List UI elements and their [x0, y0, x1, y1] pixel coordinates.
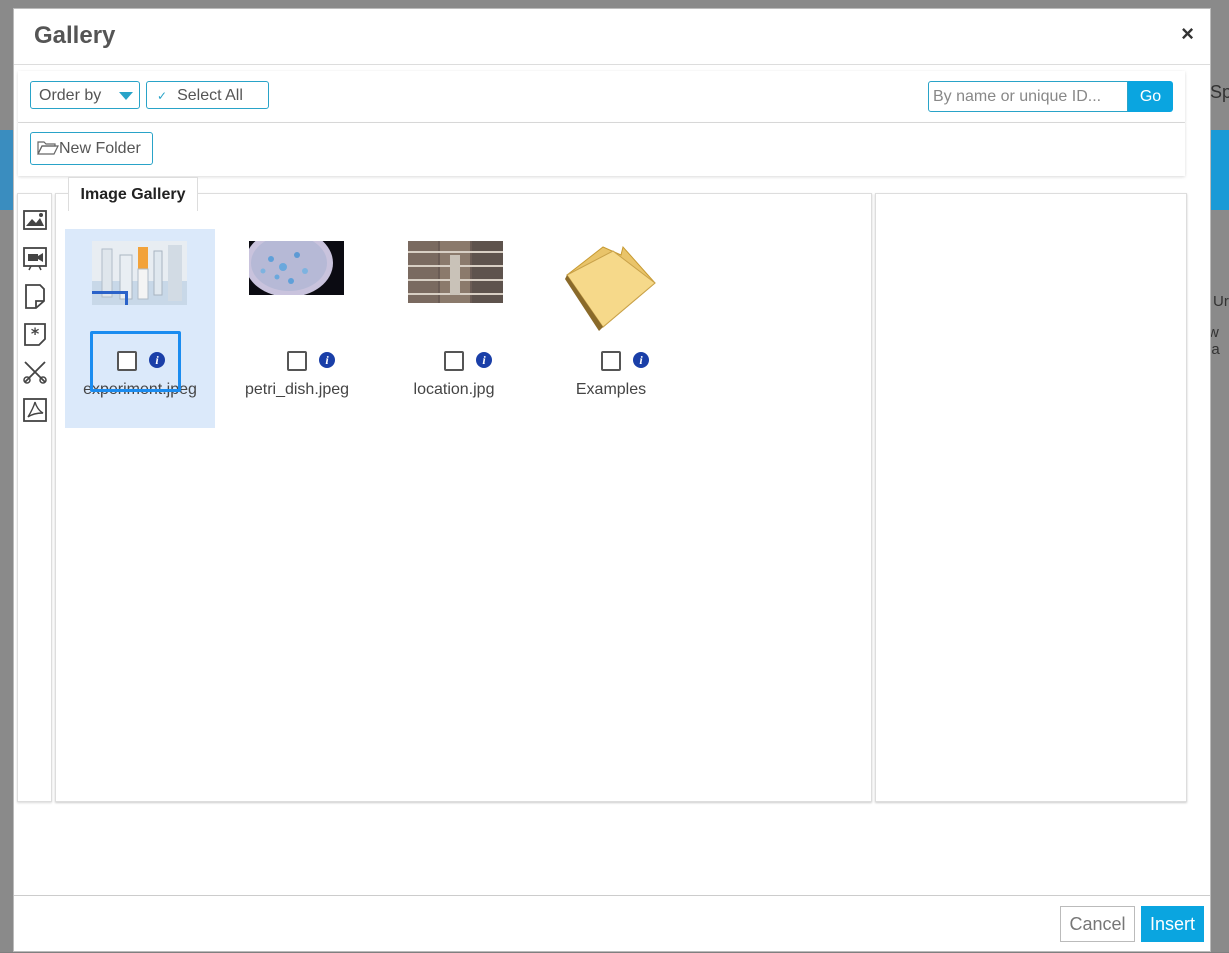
- item-label: Examples: [575, 381, 647, 398]
- search-input[interactable]: [928, 81, 1128, 112]
- image-icon[interactable]: [21, 206, 49, 234]
- info-icon[interactable]: i: [633, 352, 649, 368]
- background-text-2: Ur: [1213, 293, 1229, 310]
- gallery-item[interactable]: i Examples: [536, 229, 686, 428]
- background-text: Sp: [1210, 82, 1229, 102]
- new-folder-label: New Folder: [59, 140, 141, 157]
- order-by-label: Order by: [39, 87, 102, 104]
- close-button[interactable]: ×: [1181, 23, 1194, 45]
- dialog-footer: Cancel Insert: [14, 895, 1210, 953]
- thumbnail-image: [249, 241, 344, 295]
- dialog-header: Gallery ×: [14, 9, 1210, 65]
- folder-open-icon: [37, 141, 59, 155]
- video-icon[interactable]: [21, 244, 49, 272]
- background-strip-left: [0, 130, 13, 210]
- order-by-dropdown[interactable]: Order by: [30, 81, 140, 109]
- check-icon: ✓: [157, 89, 168, 103]
- item-checkbox[interactable]: [444, 351, 464, 371]
- thumbnail-image: [92, 241, 187, 305]
- details-side-panel: [875, 193, 1187, 802]
- gallery-item[interactable]: i petri_dish.jpeg: [222, 229, 372, 428]
- select-all-button[interactable]: ✓ Select All: [146, 81, 269, 109]
- caret-down-icon: [119, 92, 133, 100]
- item-checkbox[interactable]: [287, 351, 307, 371]
- snippet-icon[interactable]: *: [21, 320, 49, 348]
- svg-text:*: *: [31, 324, 40, 343]
- cancel-button[interactable]: Cancel: [1060, 906, 1135, 942]
- insert-button[interactable]: Insert: [1141, 906, 1204, 942]
- focus-highlight: [90, 331, 181, 392]
- item-label: location.jpg: [413, 381, 495, 398]
- background-strip-right: [1211, 130, 1229, 210]
- item-label: petri_dish.jpeg: [244, 381, 350, 398]
- pdf-icon[interactable]: [21, 396, 49, 424]
- document-icon[interactable]: [21, 282, 49, 310]
- gallery-item[interactable]: i experiment.jpeg: [65, 229, 215, 428]
- select-all-label: Select All: [177, 87, 243, 104]
- gallery-toolbar: Order by ✓ Select All Go: [18, 71, 1185, 123]
- go-button[interactable]: Go: [1128, 81, 1173, 112]
- item-checkbox[interactable]: [601, 351, 621, 371]
- gallery-item[interactable]: i location.jpg: [379, 229, 529, 428]
- tab-image-gallery[interactable]: Image Gallery: [68, 177, 198, 211]
- info-icon[interactable]: i: [476, 352, 492, 368]
- gallery-dialog: Gallery × Order by ✓ Select All Go New Fo…: [13, 8, 1211, 952]
- thumbnail-image: [408, 241, 503, 303]
- folder-icon: [565, 245, 656, 331]
- tools-icon[interactable]: [21, 358, 49, 386]
- dialog-title: Gallery: [34, 22, 116, 49]
- info-icon[interactable]: i: [319, 352, 335, 368]
- new-folder-button[interactable]: New Folder: [30, 132, 153, 165]
- gallery-type-rail: *: [17, 193, 52, 802]
- background-text-3: w la: [1208, 324, 1220, 358]
- folder-toolbar: New Folder: [18, 123, 1185, 176]
